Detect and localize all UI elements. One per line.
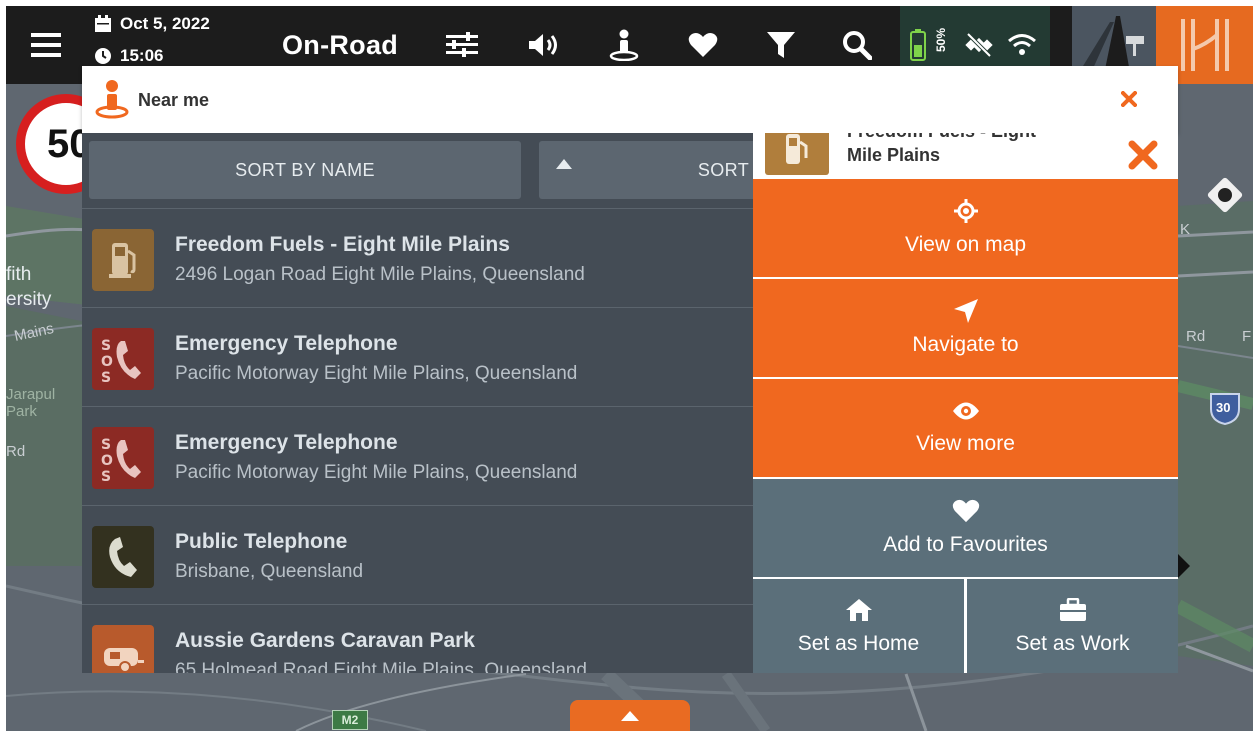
navigation-arrow-icon — [953, 299, 978, 323]
map-label: Rd — [1186, 328, 1206, 345]
poi-address: 65 Holmead Road Eight Mile Plains, Queen… — [175, 660, 587, 673]
view-more-label: View more — [916, 432, 1015, 455]
map-label: Jarapul — [6, 386, 56, 403]
poi-name: Public Telephone — [175, 530, 348, 553]
time-text: 15:06 — [120, 46, 164, 65]
list-item[interactable]: SOS Emergency Telephone Pacific Motorway… — [82, 406, 754, 505]
close-icon — [1128, 140, 1158, 170]
set-as-home-button[interactable]: Set as Home — [753, 579, 964, 673]
poi-actions-title-line1: Freedom Fuels - Eight — [847, 133, 1036, 142]
add-to-favourites-label: Add to Favourites — [883, 533, 1048, 556]
svg-text:O: O — [101, 354, 113, 370]
sos-phone-icon: SOS — [92, 328, 154, 390]
list-item[interactable]: Freedom Fuels - Eight Mile Plains 2496 L… — [82, 208, 754, 307]
phone-icon — [92, 526, 154, 588]
poi-actions-header: Freedom Fuels - Eight Mile Plains — [753, 133, 1178, 179]
poi-address: Pacific Motorway Eight Mile Plains, Quee… — [175, 462, 578, 483]
volume-icon — [529, 34, 557, 56]
time-display: 15:06 — [94, 46, 163, 66]
near-me-icon — [609, 29, 639, 61]
list-item[interactable]: SOS Emergency Telephone Pacific Motorway… — [82, 307, 754, 406]
crosshair-icon — [953, 199, 978, 223]
navigate-to-button[interactable]: Navigate to — [753, 279, 1178, 377]
view-more-button[interactable]: View more — [753, 379, 1178, 477]
home-icon — [845, 599, 872, 621]
poi-name: Freedom Fuels - Eight Mile Plains — [175, 233, 510, 256]
fuel-icon — [765, 133, 829, 175]
poi-actions-title-line2: Mile Plains — [847, 145, 941, 165]
poi-name: Emergency Telephone — [175, 332, 398, 355]
sort-by-name-button[interactable]: SORT BY NAME — [89, 141, 521, 199]
map-arrow-icon — [1178, 554, 1190, 578]
expand-panel-button[interactable] — [570, 700, 690, 731]
gps-off-icon — [965, 32, 993, 58]
svg-text:S: S — [101, 370, 111, 385]
close-icon — [1121, 91, 1137, 107]
caravan-icon — [92, 625, 154, 673]
set-as-home-label: Set as Home — [797, 632, 920, 655]
map-label: fith — [6, 264, 32, 285]
fuel-icon — [92, 229, 154, 291]
wifi-icon — [1008, 34, 1036, 55]
poi-address: Pacific Motorway Eight Mile Plains, Quee… — [175, 363, 578, 384]
near-me-header: Near me — [82, 66, 1178, 133]
poi-actions-menu: Freedom Fuels - Eight Mile Plains View o… — [753, 133, 1178, 673]
svg-text:S: S — [101, 437, 111, 453]
eye-icon — [952, 402, 979, 420]
battery-percent: 50% — [934, 27, 948, 52]
map-label: K — [1180, 221, 1191, 238]
search-icon — [843, 31, 872, 60]
filter-icon — [767, 32, 795, 58]
route-shield-number: 30 — [1216, 400, 1231, 415]
date-display: Oct 5, 2022 — [94, 14, 210, 34]
heart-icon — [688, 33, 718, 57]
svg-text:O: O — [101, 453, 113, 469]
svg-text:S: S — [101, 338, 111, 354]
app-screen: fith ersity Mains Jarapul Park Rd K Rd F… — [6, 6, 1253, 731]
calendar-icon — [95, 15, 111, 32]
set-as-work-button[interactable]: Set as Work — [967, 579, 1178, 673]
map-label: Rd — [6, 443, 26, 460]
poi-address: 2496 Logan Road Eight Mile Plains, Queen… — [175, 264, 585, 285]
briefcase-icon — [1059, 598, 1086, 621]
list-item[interactable]: Public Telephone Brisbane, Queensland — [82, 505, 754, 604]
svg-text:S: S — [101, 469, 111, 484]
heart-icon — [952, 499, 979, 523]
map-label: Park — [6, 403, 37, 420]
menu-button[interactable] — [28, 6, 64, 84]
battery-icon — [910, 29, 926, 61]
add-to-favourites-button[interactable]: Add to Favourites — [753, 479, 1178, 577]
sort-ascending-icon — [556, 159, 572, 169]
menu-icon — [31, 33, 61, 57]
view-on-map-label: View on map — [904, 233, 1027, 256]
chevron-up-icon — [621, 710, 639, 721]
map-label: ersity — [6, 289, 52, 310]
poi-address: Brisbane, Queensland — [175, 561, 364, 582]
road-shield-label: M2 — [341, 713, 359, 727]
app-logo-icon — [1180, 19, 1229, 71]
road-shield-icon: M2 — [332, 710, 368, 730]
clock-icon — [95, 48, 111, 64]
list-item[interactable]: Aussie Gardens Caravan Park 65 Holmead R… — [82, 604, 754, 673]
driving-mode-label[interactable]: On-Road — [282, 30, 398, 61]
near-me-title: Near me — [138, 90, 210, 110]
close-near-me-button[interactable] — [1114, 84, 1144, 114]
date-text: Oct 5, 2022 — [120, 14, 210, 33]
close-actions-button[interactable] — [1123, 135, 1163, 175]
poi-name: Emergency Telephone — [175, 431, 398, 454]
set-as-work-label: Set as Work — [1015, 632, 1130, 655]
poi-name: Aussie Gardens Caravan Park — [175, 629, 475, 652]
map-label: F — [1242, 328, 1252, 345]
view-on-map-button[interactable]: View on map — [753, 179, 1178, 277]
route-shield-icon: 30 — [1208, 391, 1242, 426]
navigate-to-label: Navigate to — [912, 333, 1019, 356]
sliders-icon — [446, 32, 478, 57]
sos-phone-icon: SOS — [92, 427, 154, 489]
near-me-title-icon — [94, 79, 130, 124]
